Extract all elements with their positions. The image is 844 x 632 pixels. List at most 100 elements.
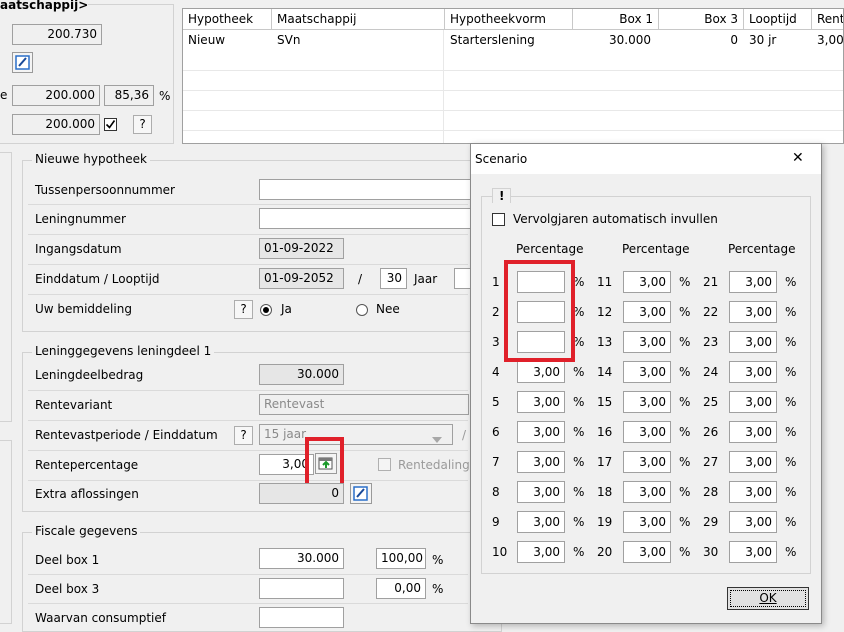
year-percentage-input[interactable]: 3,00 — [729, 301, 777, 323]
label-rentevastperiode: Rentevastperiode / Einddatum — [35, 428, 218, 442]
col-header-percentage-1: Percentage — [516, 242, 584, 256]
row-divider — [28, 574, 468, 575]
grid-line — [183, 70, 843, 71]
chevron-down-icon — [432, 432, 442, 446]
year-percentage-input[interactable]: 3,00 — [623, 271, 671, 293]
row-divider — [28, 390, 468, 391]
table-cell: 30.000 — [609, 33, 651, 47]
year-percentage-input[interactable]: 3,00 — [623, 301, 671, 323]
edit-icon[interactable] — [12, 52, 33, 73]
radio-ja[interactable] — [260, 304, 272, 316]
year-number: 25 — [703, 395, 719, 409]
percent-sign: % — [432, 582, 444, 596]
col-header-maatschappij[interactable]: Maatschappij — [272, 9, 445, 30]
table-cell: Starterslening — [450, 33, 535, 47]
year-percentage-input[interactable]: 3,00 — [517, 451, 565, 473]
year-percentage-input[interactable]: 3,00 — [623, 361, 671, 383]
year-number: 9 — [492, 515, 500, 529]
label-leningnummer: Leningnummer — [35, 212, 126, 226]
percent-sign: % — [785, 305, 797, 319]
year-percentage-input[interactable]: 3,00 — [729, 421, 777, 443]
year-percentage-input[interactable]: 3,00 — [623, 421, 671, 443]
year-percentage-input[interactable]: 3,00 — [729, 511, 777, 533]
year-number: 29 — [703, 515, 719, 529]
year-percentage-input[interactable]: 3,00 — [729, 391, 777, 413]
nieuwe-hypotheek-title: Nieuwe hypotheek — [32, 152, 151, 166]
percent-sign: % — [785, 395, 797, 409]
year-percentage-input[interactable]: 3,00 — [623, 511, 671, 533]
label-leningdeelbedrag: Leningdeelbedrag — [35, 368, 144, 382]
grid-line — [183, 90, 843, 91]
row-divider — [28, 603, 468, 604]
scenario-dialog[interactable]: Scenario ✕ ! Vervolgjaren automatisch in… — [470, 143, 822, 624]
deel-box1-input[interactable]: 30.000 — [259, 548, 344, 569]
year-number: 26 — [703, 425, 719, 439]
help-button-top[interactable]: ? — [133, 115, 152, 134]
col-header-hypotheek[interactable]: Hypotheek — [183, 9, 272, 30]
radio-nee-label[interactable]: Nee — [376, 302, 400, 316]
year-percentage-input[interactable]: 3,00 — [517, 391, 565, 413]
year-percentage-input[interactable]: 3,00 — [729, 361, 777, 383]
year-percentage-input[interactable]: 3,00 — [517, 541, 565, 563]
year-percentage-input[interactable]: 3,00 — [729, 331, 777, 353]
deel-box1-pct-input[interactable]: 100,00 — [376, 548, 426, 569]
label-waarvan-consumptief: Waarvan consumptief — [35, 611, 166, 625]
deel-box3-pct-input[interactable]: 0,00 — [376, 578, 426, 599]
year-number: 13 — [597, 335, 613, 349]
leningnummer-input[interactable] — [259, 208, 479, 229]
rentevastperiode-separator: / — [462, 428, 467, 442]
radio-nee[interactable] — [356, 304, 368, 316]
vervolgjaren-label[interactable]: Vervolgjaren automatisch invullen — [513, 212, 718, 226]
tussenpersoonnummer-input[interactable] — [259, 179, 479, 200]
year-percentage-input[interactable]: 3,00 — [729, 481, 777, 503]
col-header-box1[interactable]: Box 1 — [573, 9, 659, 30]
year-percentage-input[interactable]: 3,00 — [517, 511, 565, 533]
year-number: 12 — [597, 305, 613, 319]
table-cell: 3,00 — [817, 33, 844, 47]
scenario-group-title: ! — [492, 188, 512, 203]
year-percentage-input[interactable]: 3,00 — [517, 421, 565, 443]
percent-sign: % — [159, 89, 171, 103]
year-percentage-input[interactable]: 3,00 — [623, 541, 671, 563]
label-rentepercentage: Rentepercentage — [35, 458, 139, 472]
year-percentage-input[interactable]: 3,00 — [623, 451, 671, 473]
year-percentage-input[interactable]: 3,00 — [623, 331, 671, 353]
radio-ja-label[interactable]: Ja — [281, 302, 292, 316]
year-number: 6 — [492, 425, 500, 439]
year-percentage-input[interactable]: 3,00 — [729, 271, 777, 293]
help-button-rentevastperiode[interactable]: ? — [234, 426, 253, 445]
deel-box3-input[interactable] — [259, 578, 344, 599]
year-percentage-input[interactable]: 3,00 — [623, 481, 671, 503]
row-divider — [28, 450, 468, 451]
year-percentage-input[interactable]: 3,00 — [623, 391, 671, 413]
rentevariant-select: Rentevast — [259, 394, 469, 415]
extra-aflossingen-field: 0 — [259, 483, 344, 504]
consumptief-input[interactable] — [259, 607, 344, 628]
close-icon[interactable]: ✕ — [792, 150, 804, 166]
col-header-hypotheekvorm[interactable]: Hypotheekvorm — [445, 9, 573, 30]
year-percentage-input[interactable]: 3,00 — [517, 481, 565, 503]
year-percentage-input[interactable]: 3,00 — [517, 361, 565, 383]
col-header-box3[interactable]: Box 3 — [659, 9, 744, 30]
percent-sign: % — [679, 455, 691, 469]
year-number: 18 — [597, 485, 613, 499]
year-percentage-input[interactable]: 3,00 — [729, 541, 777, 563]
hypotheek-table[interactable]: Hypotheek Maatschappij Hypotheekvorm Box… — [182, 8, 844, 144]
year-number: 28 — [703, 485, 719, 499]
year-percentage-input[interactable]: 3,00 — [729, 451, 777, 473]
rentedaling-checkbox — [378, 458, 391, 471]
row-divider — [28, 204, 468, 205]
left-panel-edge — [0, 440, 12, 624]
amount-checkbox[interactable] — [104, 118, 117, 131]
help-button-bemiddeling[interactable]: ? — [234, 300, 253, 319]
dialog-titlebar[interactable]: Scenario ✕ — [471, 144, 821, 174]
col-header-rente[interactable]: Rente — [812, 9, 843, 30]
col-header-looptijd[interactable]: Looptijd — [744, 9, 812, 30]
label-deel-box1: Deel box 1 — [35, 553, 100, 567]
ok-button[interactable]: OK — [727, 587, 809, 610]
looptijd-input[interactable]: 30 — [380, 268, 407, 289]
edit-icon[interactable] — [350, 483, 372, 504]
year-number: 14 — [597, 365, 613, 379]
vervolgjaren-checkbox[interactable] — [492, 213, 505, 226]
einddatum-field: 01-09-2052 — [259, 268, 344, 289]
